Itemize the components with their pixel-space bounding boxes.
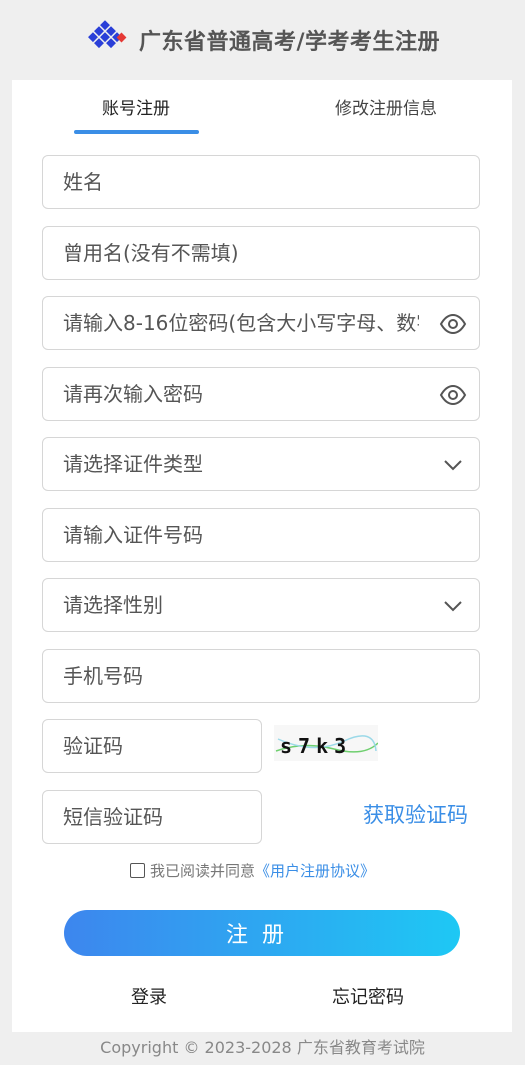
id-number-input[interactable] (43, 509, 479, 561)
former-name-input[interactable] (43, 227, 479, 279)
forgot-password-link[interactable]: 忘记密码 (332, 983, 404, 1009)
tab-modify-info[interactable]: 修改注册信息 (335, 94, 437, 119)
page-title: 广东省普通高考/学考考生注册 (138, 30, 441, 55)
former-name-field (42, 226, 480, 280)
register-button[interactable]: 注册 (64, 910, 460, 956)
copyright-text: Copyright © 2023-2028 广东省教育考试院 (100, 1038, 425, 1057)
tab-bar: 账号注册 修改注册信息 (12, 80, 512, 136)
captcha-text: s7k3 (280, 734, 352, 758)
captcha-image[interactable]: s7k3 (274, 725, 378, 761)
agreement-text: 我已阅读并同意 (150, 862, 256, 880)
password-field (42, 296, 480, 350)
id-type-select (42, 437, 480, 491)
active-tab-indicator (74, 130, 199, 134)
name-field (42, 155, 480, 209)
captcha-field (42, 719, 262, 773)
id-type-input[interactable] (43, 438, 479, 490)
checkbox-icon[interactable] (130, 863, 145, 878)
agreement-row: 我已阅读并同意 《用户注册协议》 (130, 860, 375, 881)
password-input[interactable] (43, 297, 479, 349)
sms-code-field (42, 790, 262, 844)
name-input[interactable] (43, 156, 479, 208)
eye-icon[interactable] (439, 381, 467, 409)
confirm-password-field (42, 367, 480, 421)
captcha-input[interactable] (43, 720, 261, 772)
tab-account-register[interactable]: 账号注册 (102, 94, 170, 119)
chevron-down-icon[interactable] (439, 592, 467, 620)
id-number-field (42, 508, 480, 562)
page-header: 广东省普通高考/学考考生注册 (0, 0, 525, 80)
logo-icon (87, 20, 127, 49)
sms-code-input[interactable] (43, 791, 261, 843)
get-sms-code-button[interactable]: 获取验证码 (363, 799, 468, 829)
confirm-password-input[interactable] (43, 368, 479, 420)
chevron-down-icon[interactable] (439, 451, 467, 479)
phone-input[interactable] (43, 650, 479, 702)
phone-field (42, 649, 480, 703)
user-agreement-link[interactable]: 《用户注册协议》 (255, 860, 375, 881)
login-link[interactable]: 登录 (131, 983, 167, 1009)
eye-icon[interactable] (439, 310, 467, 338)
register-card: 账号注册 修改注册信息 姓名 曾用名(没有不需填) 请选择证件类型 请输入证件号… (12, 80, 512, 1032)
gender-select (42, 578, 480, 632)
gender-input[interactable] (43, 579, 479, 631)
